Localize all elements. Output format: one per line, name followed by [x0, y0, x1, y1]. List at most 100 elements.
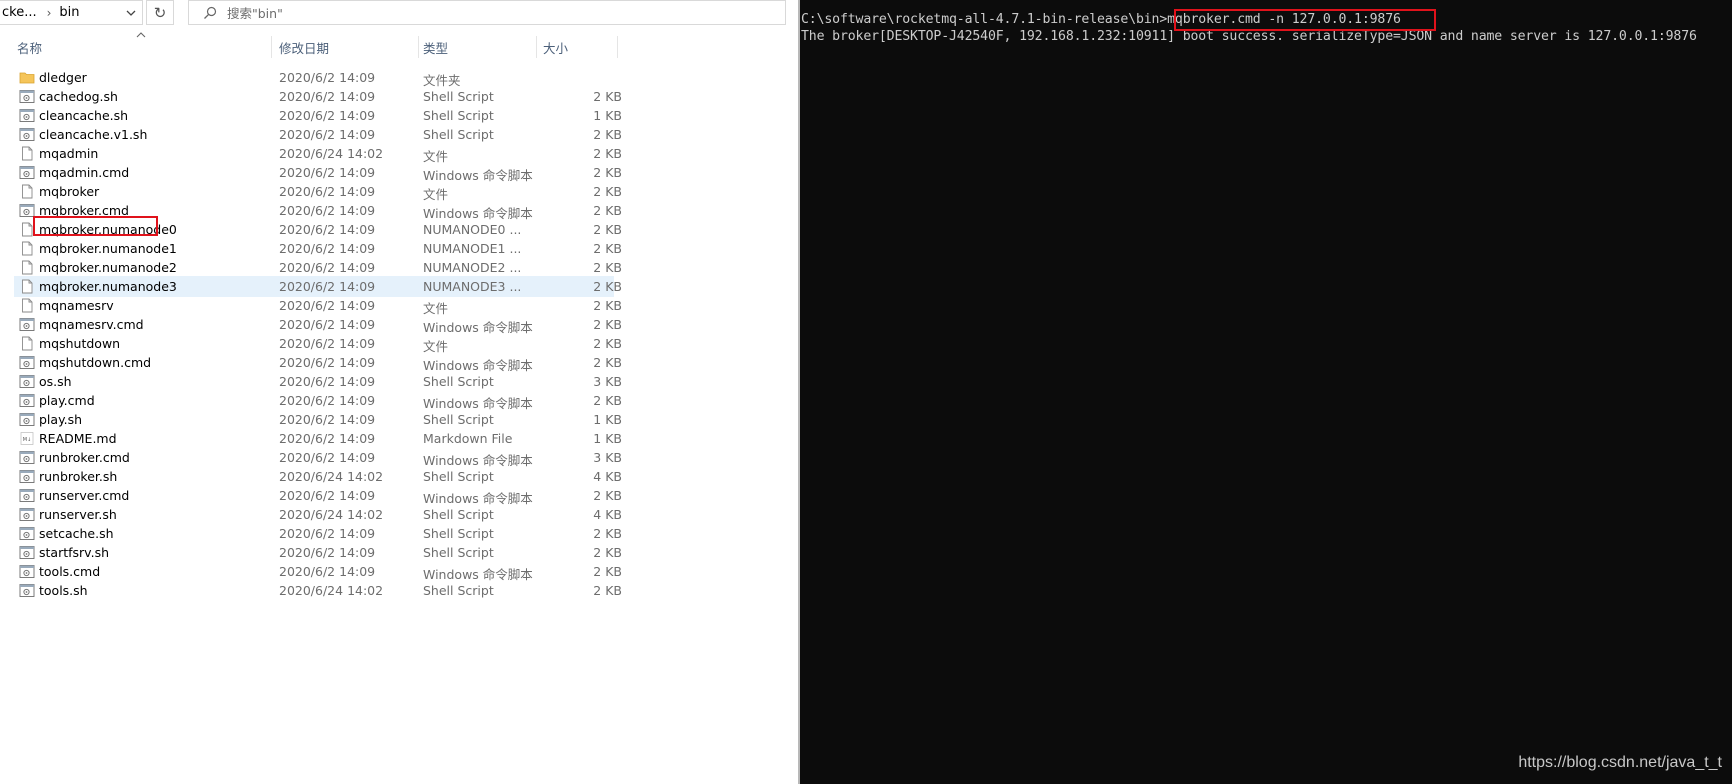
address-bar[interactable]: cke... › bin	[0, 0, 143, 25]
breadcrumb-separator-icon: ›	[46, 5, 52, 20]
file-row[interactable]: runserver.sh 2020/6/24 14:02 Shell Script 4…	[14, 504, 622, 525]
file-date: 2020/6/2 14:09	[279, 336, 376, 351]
script-file-icon	[19, 564, 35, 579]
file-type: Shell Script	[423, 526, 494, 541]
file-row[interactable]: cleancache.v1.sh 2020/6/2 14:09 Shell Scri…	[14, 124, 622, 145]
chevron-down-icon[interactable]	[124, 6, 138, 20]
breadcrumb-current[interactable]: bin	[57, 5, 79, 20]
file-name: runserver.sh	[39, 507, 117, 522]
file-size: 2 KB	[593, 260, 622, 275]
file-size: 2 KB	[593, 564, 622, 579]
file-row[interactable]: mqshutdown 2020/6/2 14:09 文件 2 KB	[14, 333, 622, 354]
file-row[interactable]: os.sh 2020/6/2 14:09 Shell Script 3 KB	[14, 371, 622, 392]
file-name: mqnamesrv.cmd	[39, 317, 144, 332]
file-date: 2020/6/2 14:09	[279, 222, 376, 237]
file-date: 2020/6/2 14:09	[279, 241, 376, 256]
file-row[interactable]: tools.cmd 2020/6/2 14:09 Windows 命令脚本 2 KB	[14, 561, 622, 582]
script-file-icon	[19, 355, 35, 370]
command-prompt-window[interactable]: C:\software\rocketmq-all-4.7.1-bin-relea…	[800, 0, 1732, 784]
script-file-icon	[19, 317, 35, 332]
column-header-type[interactable]: 类型	[423, 36, 533, 58]
file-name: play.cmd	[39, 393, 95, 408]
file-size: 2 KB	[593, 317, 622, 332]
file-row[interactable]: M↓ README.md 2020/6/2 14:09 Markdown File 1 …	[14, 428, 622, 449]
blank-file-icon	[19, 241, 35, 256]
file-row[interactable]: tools.sh 2020/6/24 14:02 Shell Script 2 KB	[14, 580, 622, 601]
blank-file-icon	[19, 336, 35, 351]
file-name: runserver.cmd	[39, 488, 130, 503]
script-file-icon	[19, 89, 35, 104]
file-row[interactable]: startfsrv.sh 2020/6/2 14:09 Shell Script 2 …	[14, 542, 622, 563]
file-size: 2 KB	[593, 336, 622, 351]
file-size: 1 KB	[593, 412, 622, 427]
console-prompt: C:\software\rocketmq-all-4.7.1-bin-relea…	[801, 12, 1168, 27]
file-row[interactable]: runbroker.cmd 2020/6/2 14:09 Windows 命令脚本 3…	[14, 447, 622, 468]
file-type: NUMANODE2 ...	[423, 260, 522, 275]
column-header-row: 名称 修改日期 类型 大小	[0, 36, 620, 58]
file-row[interactable]: cleancache.sh 2020/6/2 14:09 Shell Script 1…	[14, 105, 622, 126]
file-row[interactable]: runserver.cmd 2020/6/2 14:09 Windows 命令脚本 2…	[14, 485, 622, 506]
file-row[interactable]: mqnamesrv.cmd 2020/6/2 14:09 Windows 命令脚本 2…	[14, 314, 622, 335]
file-row[interactable]: mqbroker 2020/6/2 14:09 文件 2 KB	[14, 181, 622, 202]
file-size: 2 KB	[593, 279, 622, 294]
file-row[interactable]: mqnamesrv 2020/6/2 14:09 文件 2 KB	[14, 295, 622, 316]
column-divider[interactable]	[617, 36, 618, 58]
file-size: 2 KB	[593, 526, 622, 541]
file-row[interactable]: mqbroker.numanode3 2020/6/2 14:09 NUMANODE…	[14, 276, 622, 297]
file-date: 2020/6/2 14:09	[279, 260, 376, 275]
search-placeholder: 搜索"bin"	[227, 6, 283, 21]
file-row[interactable]: mqshutdown.cmd 2020/6/2 14:09 Windows 命令脚本…	[14, 352, 622, 373]
file-date: 2020/6/2 14:09	[279, 393, 376, 408]
file-date: 2020/6/2 14:09	[279, 488, 376, 503]
markdown-file-icon: M↓	[19, 431, 35, 446]
file-date: 2020/6/2 14:09	[279, 184, 376, 199]
file-date: 2020/6/2 14:09	[279, 89, 376, 104]
blank-file-icon	[19, 146, 35, 161]
file-type: Shell Script	[423, 583, 494, 598]
file-name: setcache.sh	[39, 526, 114, 541]
refresh-icon: ↻	[153, 3, 167, 22]
column-divider[interactable]	[271, 36, 272, 58]
file-date: 2020/6/2 14:09	[279, 279, 376, 294]
column-header-size[interactable]: 大小	[543, 36, 613, 58]
file-size: 2 KB	[593, 146, 622, 161]
file-name: mqnamesrv	[39, 298, 114, 313]
file-name: mqadmin.cmd	[39, 165, 130, 180]
file-date: 2020/6/2 14:09	[279, 431, 376, 446]
file-row[interactable]: mqadmin.cmd 2020/6/2 14:09 Windows 命令脚本 2 K…	[14, 162, 622, 183]
file-size: 2 KB	[593, 184, 622, 199]
file-size: 4 KB	[593, 507, 622, 522]
file-size: 3 KB	[593, 450, 622, 465]
file-row[interactable]: runbroker.sh 2020/6/24 14:02 Shell Script 4…	[14, 466, 622, 487]
file-type: NUMANODE3 ...	[423, 279, 522, 294]
file-size: 2 KB	[593, 241, 622, 256]
file-size: 3 KB	[593, 374, 622, 389]
file-date: 2020/6/2 14:09	[279, 127, 376, 142]
search-input[interactable]: 搜索"bin"	[188, 0, 786, 25]
column-header-date[interactable]: 修改日期	[279, 36, 409, 58]
column-divider[interactable]	[418, 36, 419, 58]
script-file-icon	[19, 507, 35, 522]
file-row[interactable]: play.sh 2020/6/2 14:09 Shell Script 1 KB	[14, 409, 622, 430]
file-size: 2 KB	[593, 545, 622, 560]
breadcrumb-parent[interactable]: cke...	[0, 5, 37, 20]
file-row[interactable]: mqbroker.numanode1 2020/6/2 14:09 NUMANODE…	[14, 238, 622, 259]
file-size: 2 KB	[593, 583, 622, 598]
file-row[interactable]: mqadmin 2020/6/24 14:02 文件 2 KB	[14, 143, 622, 164]
column-divider[interactable]	[536, 36, 537, 58]
script-file-icon	[19, 393, 35, 408]
refresh-button[interactable]: ↻	[146, 0, 174, 25]
file-date: 2020/6/2 14:09	[279, 564, 376, 579]
file-row[interactable]: dledger 2020/6/2 14:09 文件夹	[14, 67, 614, 88]
column-header-name[interactable]: 名称	[17, 36, 267, 58]
file-size: 1 KB	[593, 431, 622, 446]
file-name: os.sh	[39, 374, 72, 389]
file-type: Shell Script	[423, 89, 494, 104]
file-date: 2020/6/24 14:02	[279, 507, 384, 522]
file-row[interactable]: mqbroker.numanode2 2020/6/2 14:09 NUMANODE…	[14, 257, 622, 278]
watermark-text: https://blog.csdn.net/java_t_t	[1518, 754, 1722, 771]
file-row[interactable]: cachedog.sh 2020/6/2 14:09 Shell Script 2 K…	[14, 86, 622, 107]
file-row[interactable]: setcache.sh 2020/6/2 14:09 Shell Script 2 K…	[14, 523, 622, 544]
file-row[interactable]: play.cmd 2020/6/2 14:09 Windows 命令脚本 2 KB	[14, 390, 622, 411]
file-name: mqbroker	[39, 184, 100, 199]
